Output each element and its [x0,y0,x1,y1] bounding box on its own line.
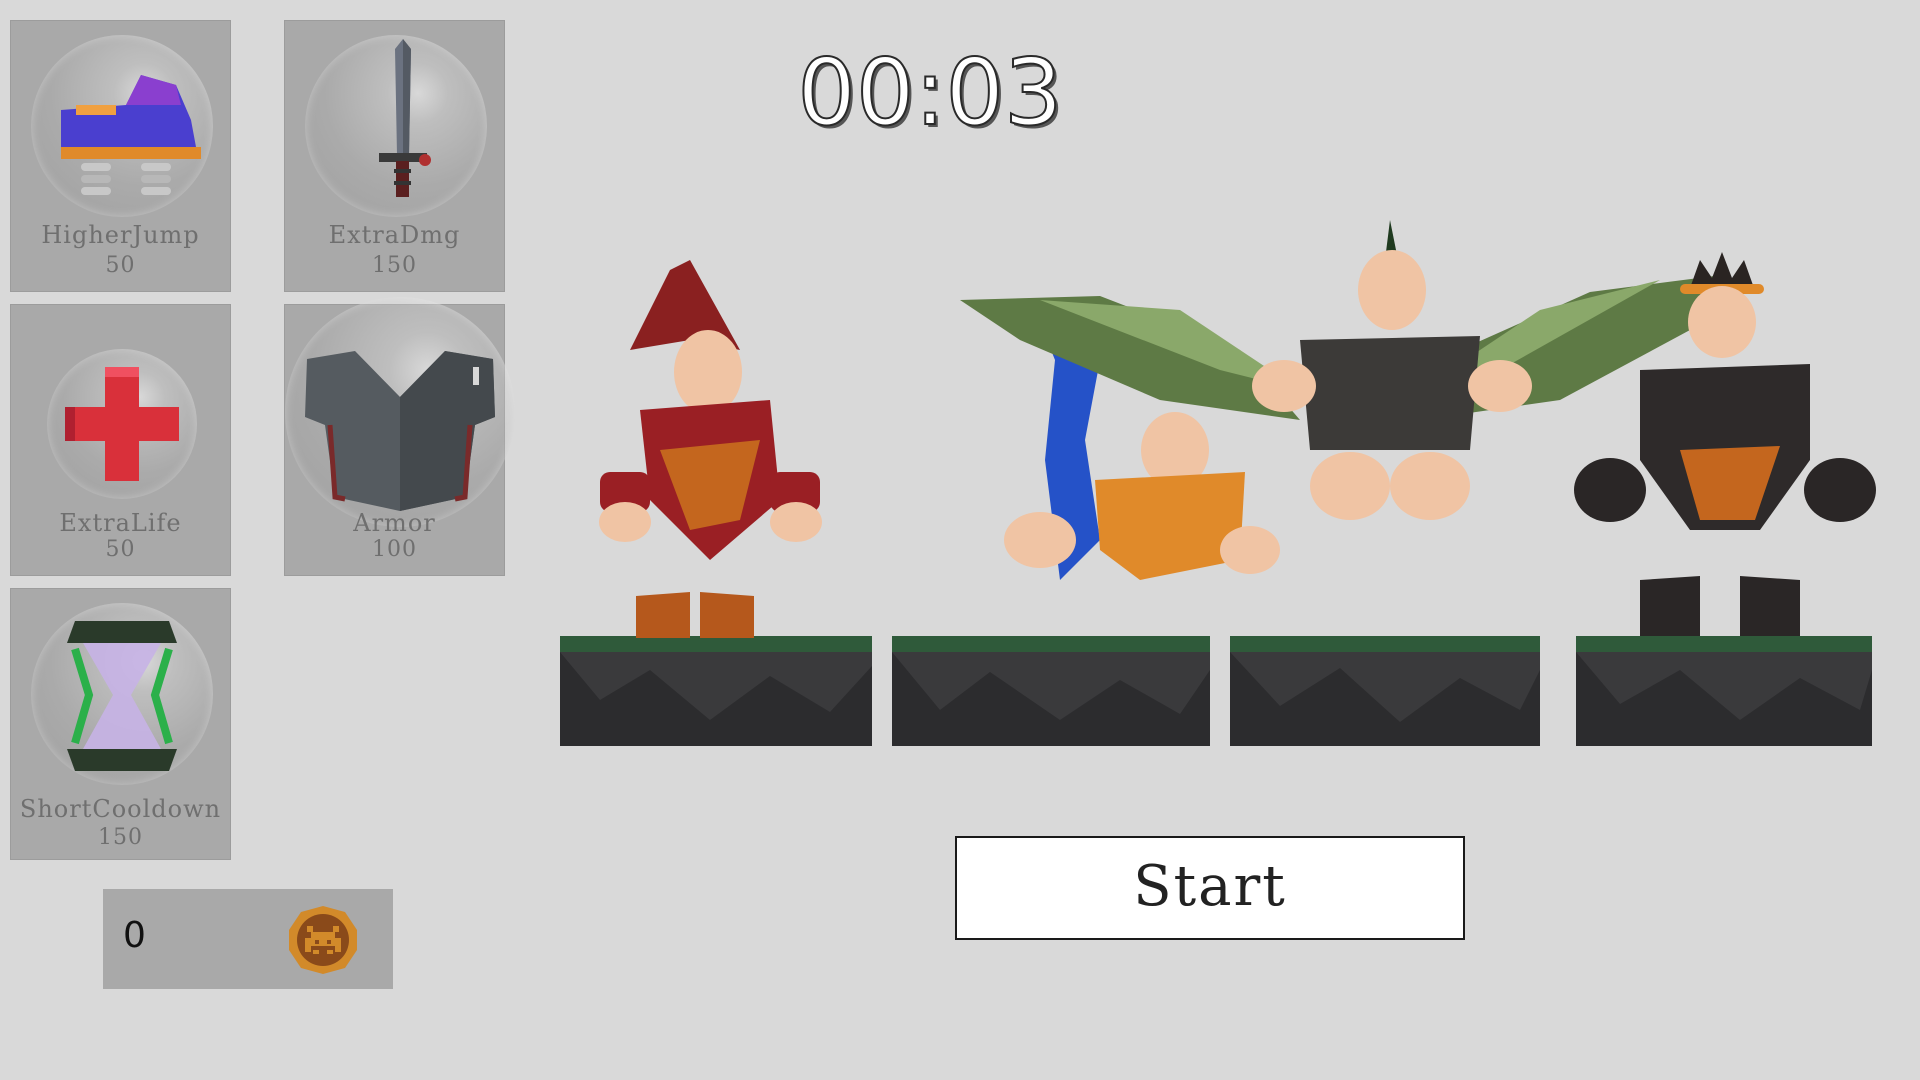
item-bubble [305,35,487,217]
start-button[interactable]: Start [955,836,1465,940]
item-name: Armor [353,509,436,537]
item-name: ExtraDmg [328,221,461,249]
shop-item-extra-life[interactable]: ExtraLife 50 [10,304,231,576]
item-bubble [31,35,213,217]
wizard-character-icon [599,260,822,638]
shop-item-higher-jump[interactable]: HigherJump 50 [10,20,231,292]
red-cross-icon [65,367,179,481]
item-price: 50 [105,253,136,278]
pedestal-3 [1230,636,1540,746]
shop-item-armor[interactable]: Armor 100 [284,297,515,576]
armor-icon [305,351,495,511]
character-select-scene [560,220,1876,746]
item-bubble [285,297,515,527]
item-bubble [47,349,197,499]
item-name: ExtraLife [59,509,182,537]
item-price: 50 [105,537,136,562]
spring-boot-icon [61,75,201,195]
coin-icon [289,906,357,974]
shop-item-short-cooldown[interactable]: ShortCooldown 150 [10,588,231,860]
pedestal-4 [1576,636,1872,746]
item-name: ShortCooldown [19,795,222,823]
shop-item-extra-dmg[interactable]: ExtraDmg 150 [284,20,505,292]
hourglass-icon [67,621,177,771]
pedestal-2 [892,636,1210,746]
item-price: 150 [372,253,417,278]
coin-count: 0 [123,915,146,956]
coin-panel: 0 [103,889,393,989]
item-price: 150 [98,825,143,850]
item-price: 100 [372,537,417,562]
item-bubble [31,603,213,785]
sword-icon [379,39,431,197]
item-name: HigherJump [41,221,200,249]
pedestal-1 [560,636,872,746]
round-timer: 00:03 [796,38,1063,147]
